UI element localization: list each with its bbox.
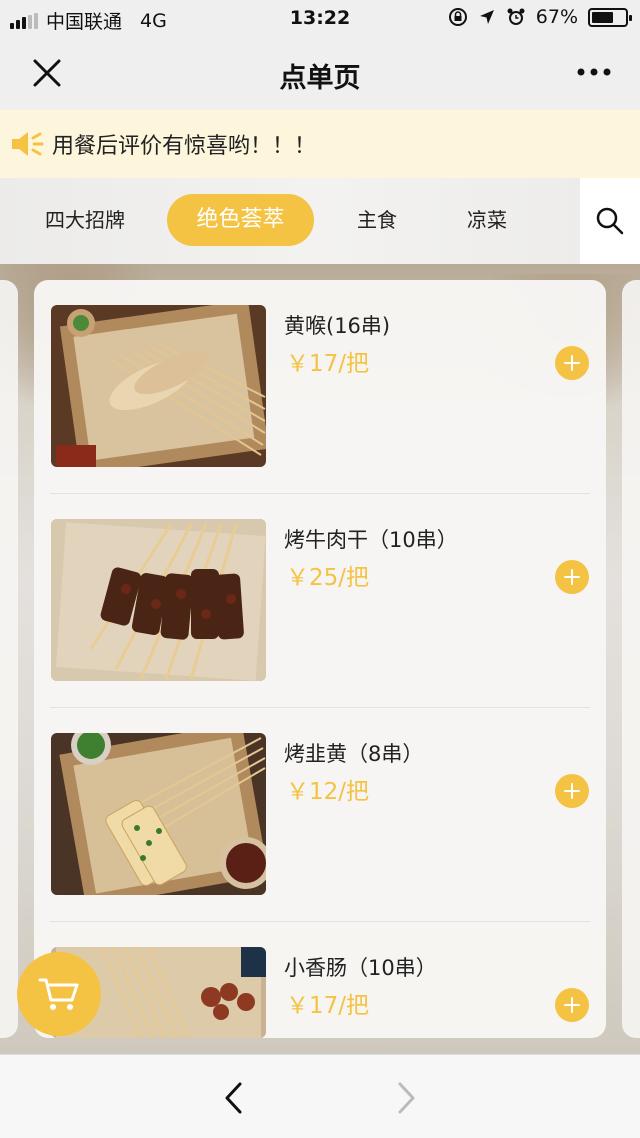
status-right: 67% <box>448 6 632 28</box>
item-photo <box>51 519 266 681</box>
item-price: ￥25/把 <box>286 565 370 591</box>
rotation-lock-icon <box>448 8 467 26</box>
prev-card-edge[interactable] <box>0 280 18 1038</box>
notice-text: 用餐后评价有惊喜哟！！！ <box>52 134 317 159</box>
add-to-cart-button[interactable] <box>555 560 589 594</box>
tab-cold-dishes[interactable]: 凉菜 <box>450 194 524 246</box>
page-title: 点单页 <box>279 63 361 94</box>
tab-selection[interactable]: 绝色荟萃 <box>167 194 314 246</box>
search-icon <box>596 207 624 235</box>
menu-item[interactable]: 烤牛肉干（10串） ￥25/把 <box>34 494 606 708</box>
item-photo <box>51 305 266 467</box>
item-name: 烤牛肉干（10串） <box>284 528 458 552</box>
add-to-cart-button[interactable] <box>555 988 589 1022</box>
battery-fill <box>592 11 614 23</box>
cart-button[interactable] <box>17 952 101 1036</box>
menu-item[interactable]: 小香肠（10串） ￥17/把 <box>34 922 606 1038</box>
cart-icon <box>38 978 79 1010</box>
chevron-left-icon[interactable] <box>220 1081 248 1115</box>
menu-item[interactable]: 烤韭黄（8串） ￥12/把 <box>34 708 606 922</box>
item-name: 黄喉(16串) <box>284 314 391 338</box>
tab-signature[interactable]: 四大招牌 <box>30 194 140 246</box>
search-button[interactable] <box>580 178 640 264</box>
speaker-icon <box>12 132 44 156</box>
add-to-cart-button[interactable] <box>555 774 589 808</box>
item-name: 烤韭黄（8串） <box>284 742 424 766</box>
alarm-icon <box>507 8 525 25</box>
next-card-edge[interactable] <box>622 280 640 1038</box>
item-name: 小香肠（10串） <box>284 956 437 980</box>
nav-bar: 点单页 <box>0 36 640 110</box>
notice-banner: 用餐后评价有惊喜哟！！！ <box>0 110 640 178</box>
tab-staple[interactable]: 主食 <box>340 194 414 246</box>
location-icon <box>479 10 494 24</box>
category-tabs: 四大招牌 绝色荟萃 主食 凉菜 <box>0 178 640 264</box>
chevron-right-icon[interactable] <box>392 1081 420 1115</box>
item-price: ￥12/把 <box>286 779 370 805</box>
more-icon[interactable] <box>576 66 612 78</box>
menu-item[interactable]: 黄喉(16串) ￥17/把 <box>34 280 606 494</box>
status-bar: 中国联通 4G 13:22 67% <box>0 0 640 36</box>
item-price: ￥17/把 <box>286 351 370 377</box>
item-photo <box>51 733 266 895</box>
bottom-nav-bar <box>0 1054 640 1138</box>
add-to-cart-button[interactable] <box>555 346 589 380</box>
battery-icon <box>588 7 632 27</box>
item-price: ￥17/把 <box>286 993 370 1019</box>
battery-percent: 67% <box>535 6 578 28</box>
menu-card: 黄喉(16串) ￥17/把 烤牛肉干（10串） ￥25/把 烤韭黄（8串） ￥1… <box>34 280 606 1038</box>
